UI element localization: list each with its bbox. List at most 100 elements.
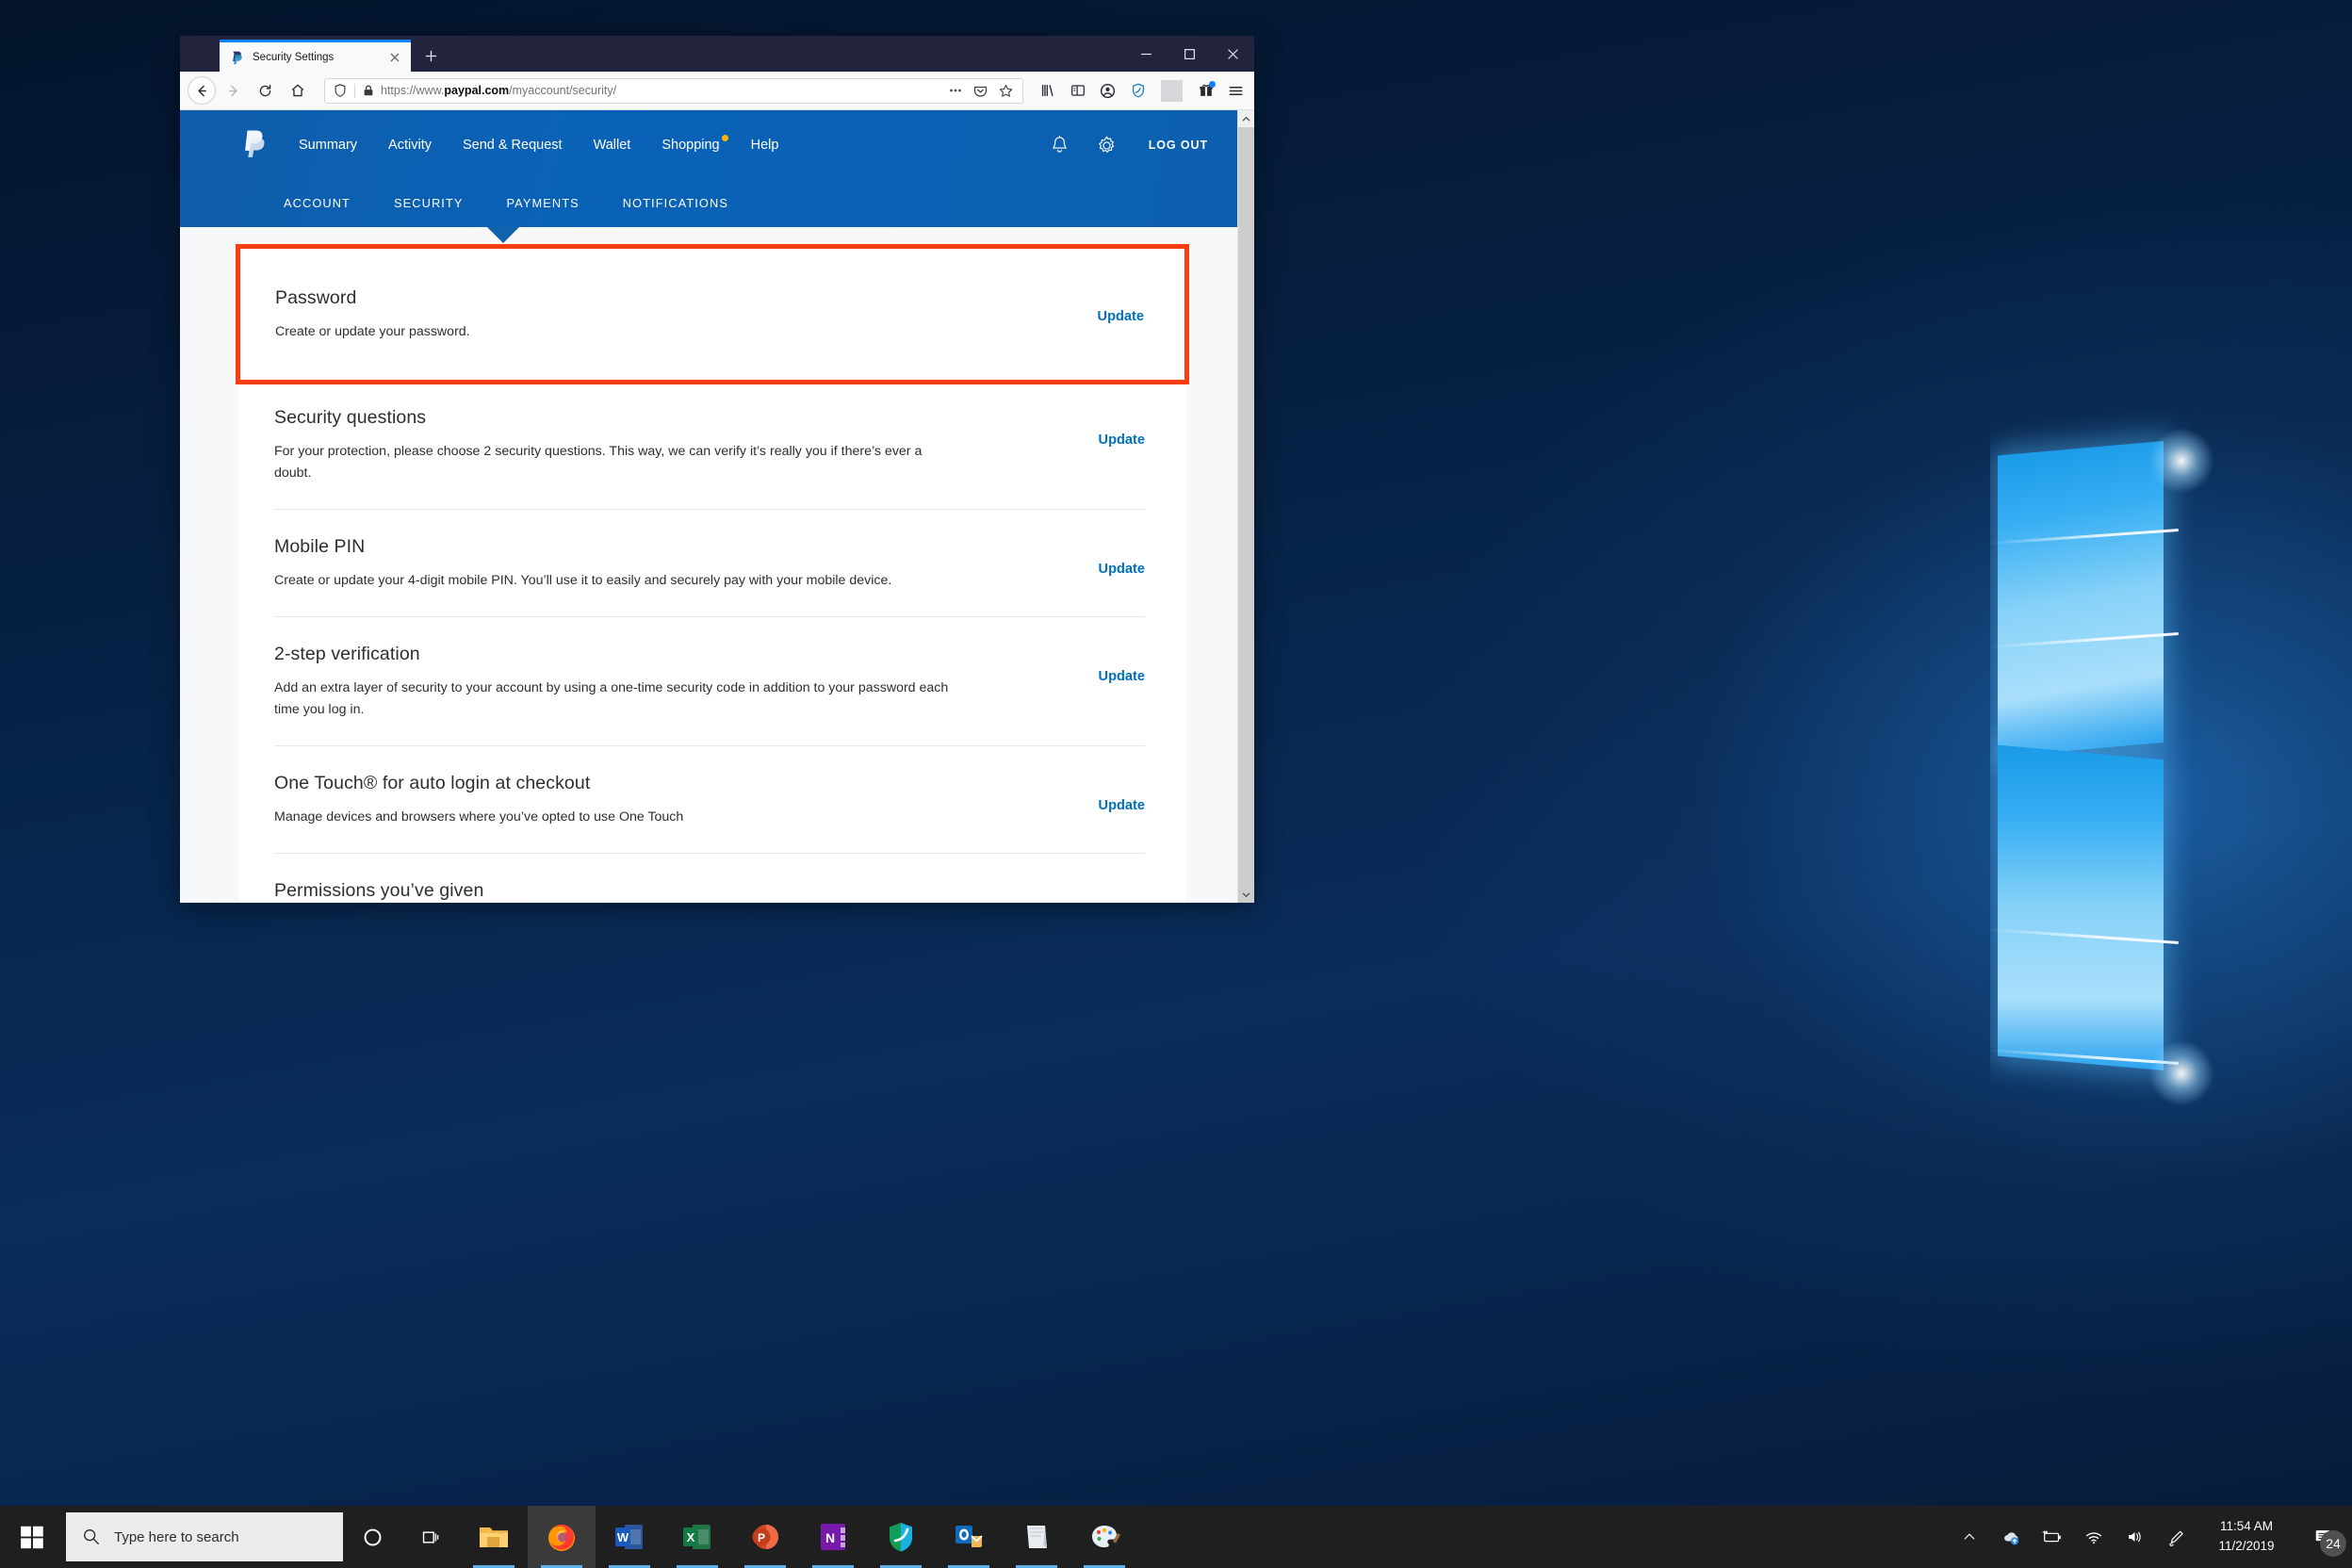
library-icon[interactable]: [1037, 80, 1058, 102]
security-row-security-questions[interactable]: Security questions For your protection, …: [238, 381, 1186, 509]
system-tray: 11:54 AM 11/2/2019 24: [1949, 1506, 2352, 1568]
browser-toolbar-icons: [1037, 80, 1247, 102]
update-link-one-touch[interactable]: Update: [1099, 798, 1145, 813]
nav-send-request[interactable]: Send & Request: [463, 138, 563, 153]
ellipsis-icon[interactable]: [944, 80, 966, 102]
tab-notifications[interactable]: NOTIFICATIONS: [623, 196, 728, 212]
home-icon[interactable]: [283, 76, 312, 106]
sidebar-icon[interactable]: [1067, 80, 1088, 102]
padlock-icon[interactable]: [362, 84, 375, 97]
action-center-badge: 24: [2320, 1530, 2346, 1557]
security-settings-card: Password Create or update your password.…: [238, 248, 1186, 903]
battery-charging-icon[interactable]: [2032, 1506, 2073, 1568]
scrollbar-thumb[interactable]: [1238, 127, 1254, 903]
excel-icon: X: [680, 1520, 714, 1554]
close-icon[interactable]: [386, 49, 403, 66]
scroll-up-arrow-icon[interactable]: [1238, 110, 1254, 127]
taskbar-app-word[interactable]: W: [596, 1506, 663, 1568]
bell-icon[interactable]: [1043, 128, 1077, 162]
security-row-password[interactable]: Password Create or update your password.…: [239, 248, 1185, 381]
taskbar-app-firefox[interactable]: [528, 1506, 596, 1568]
reload-icon[interactable]: [251, 76, 280, 106]
paypal-topnav: Summary Activity Send & Request Wallet S…: [180, 110, 1237, 180]
taskbar-app-onenote[interactable]: N: [799, 1506, 867, 1568]
outlook-icon: [952, 1520, 986, 1554]
taskbar-app-paint[interactable]: [1070, 1506, 1138, 1568]
taskbar-app-powerpoint[interactable]: P: [731, 1506, 799, 1568]
pen-workspace-icon[interactable]: [2156, 1506, 2197, 1568]
onedrive-icon[interactable]: [1990, 1506, 2032, 1568]
hamburger-menu-icon[interactable]: [1225, 80, 1247, 102]
url-bar[interactable]: https://www.paypal.com/myaccount/securit…: [324, 78, 1023, 104]
taskbar-app-file-explorer[interactable]: [460, 1506, 528, 1568]
tab-payments[interactable]: PAYMENTS: [507, 196, 580, 212]
search-input[interactable]: Type here to search: [66, 1512, 343, 1561]
windows-taskbar: Type here to search: [0, 1506, 2352, 1568]
privacy-shield-icon[interactable]: [1127, 80, 1149, 102]
task-view-icon[interactable]: [401, 1506, 460, 1568]
clock-time: 11:54 AM: [2209, 1517, 2284, 1537]
search-icon: [82, 1527, 101, 1546]
nav-help[interactable]: Help: [751, 138, 779, 153]
tab-security[interactable]: SECURITY: [394, 196, 464, 212]
powerpoint-icon: P: [748, 1520, 782, 1554]
nav-shopping[interactable]: Shopping: [662, 138, 719, 153]
update-link-2-step-verification[interactable]: Update: [1099, 669, 1145, 684]
security-row-2-step-verification[interactable]: 2-step verification Add an extra layer o…: [238, 617, 1186, 745]
tab-account[interactable]: ACCOUNT: [284, 196, 351, 212]
nav-summary[interactable]: Summary: [299, 138, 357, 153]
taskbar-app-sticky-notes[interactable]: [1003, 1506, 1070, 1568]
taskbar-app-outlook[interactable]: [935, 1506, 1003, 1568]
row-title: One Touch® for auto login at checkout: [274, 773, 1043, 794]
page-scrollbar[interactable]: [1237, 110, 1254, 903]
browser-tab[interactable]: Security Settings: [220, 40, 411, 72]
row-title: 2-step verification: [274, 644, 1043, 665]
security-row-mobile-pin[interactable]: Mobile PIN Create or update your 4-digit…: [238, 510, 1186, 616]
search-placeholder: Type here to search: [114, 1529, 239, 1545]
forward-arrow-icon: [219, 76, 248, 106]
star-icon[interactable]: [995, 80, 1017, 102]
row-description: For your protection, please choose 2 sec…: [274, 441, 953, 484]
security-shield-icon: [884, 1520, 918, 1554]
cortana-icon[interactable]: [343, 1506, 401, 1568]
pocket-icon[interactable]: [970, 80, 991, 102]
show-hidden-icons-chevron[interactable]: [1949, 1506, 1990, 1568]
minimize-icon[interactable]: [1124, 36, 1168, 72]
svg-text:X: X: [687, 1530, 695, 1544]
paypal-icon: [230, 50, 245, 65]
taskbar-app-security-shield[interactable]: [867, 1506, 935, 1568]
account-icon[interactable]: [1097, 80, 1119, 102]
clock-date: 11/2/2019: [2209, 1537, 2284, 1557]
svg-text:P: P: [758, 1531, 765, 1544]
new-tab-button[interactable]: [416, 41, 445, 70]
taskbar-app-excel[interactable]: X: [663, 1506, 731, 1568]
close-icon[interactable]: [1211, 36, 1254, 72]
tracking-protection-shield-icon[interactable]: [333, 83, 348, 98]
update-link-mobile-pin[interactable]: Update: [1099, 562, 1145, 577]
row-description: Create or update your 4-digit mobile PIN…: [274, 570, 953, 592]
action-center-icon[interactable]: 24: [2299, 1506, 2348, 1568]
gift-icon[interactable]: [1195, 80, 1217, 102]
wifi-icon[interactable]: [2073, 1506, 2115, 1568]
scroll-down-arrow-icon[interactable]: [1238, 886, 1254, 903]
url-text[interactable]: https://www.paypal.com/myaccount/securit…: [375, 84, 944, 97]
gear-icon[interactable]: [1090, 128, 1124, 162]
nav-activity[interactable]: Activity: [388, 138, 432, 153]
security-row-permissions[interactable]: Permissions you’ve given Keep track of t…: [238, 854, 1186, 903]
clock[interactable]: 11:54 AM 11/2/2019: [2197, 1517, 2299, 1557]
logout-button[interactable]: LOG OUT: [1149, 139, 1208, 152]
file-explorer-icon: [477, 1520, 511, 1554]
shopping-badge-dot: [722, 135, 728, 141]
row-title: Permissions you’ve given: [274, 880, 1043, 902]
paypal-logo-icon[interactable]: [242, 128, 270, 162]
windows-start-icon[interactable]: [0, 1506, 64, 1568]
back-arrow-icon[interactable]: [188, 76, 216, 105]
volume-icon[interactable]: [2115, 1506, 2156, 1568]
svg-text:W: W: [617, 1530, 629, 1544]
nav-wallet[interactable]: Wallet: [594, 138, 631, 153]
paypal-header: Summary Activity Send & Request Wallet S…: [180, 110, 1237, 227]
security-row-one-touch[interactable]: One Touch® for auto login at checkout Ma…: [238, 746, 1186, 853]
update-link-security-questions[interactable]: Update: [1099, 433, 1145, 448]
update-link-password[interactable]: Update: [1098, 309, 1144, 324]
maximize-icon[interactable]: [1168, 36, 1211, 72]
